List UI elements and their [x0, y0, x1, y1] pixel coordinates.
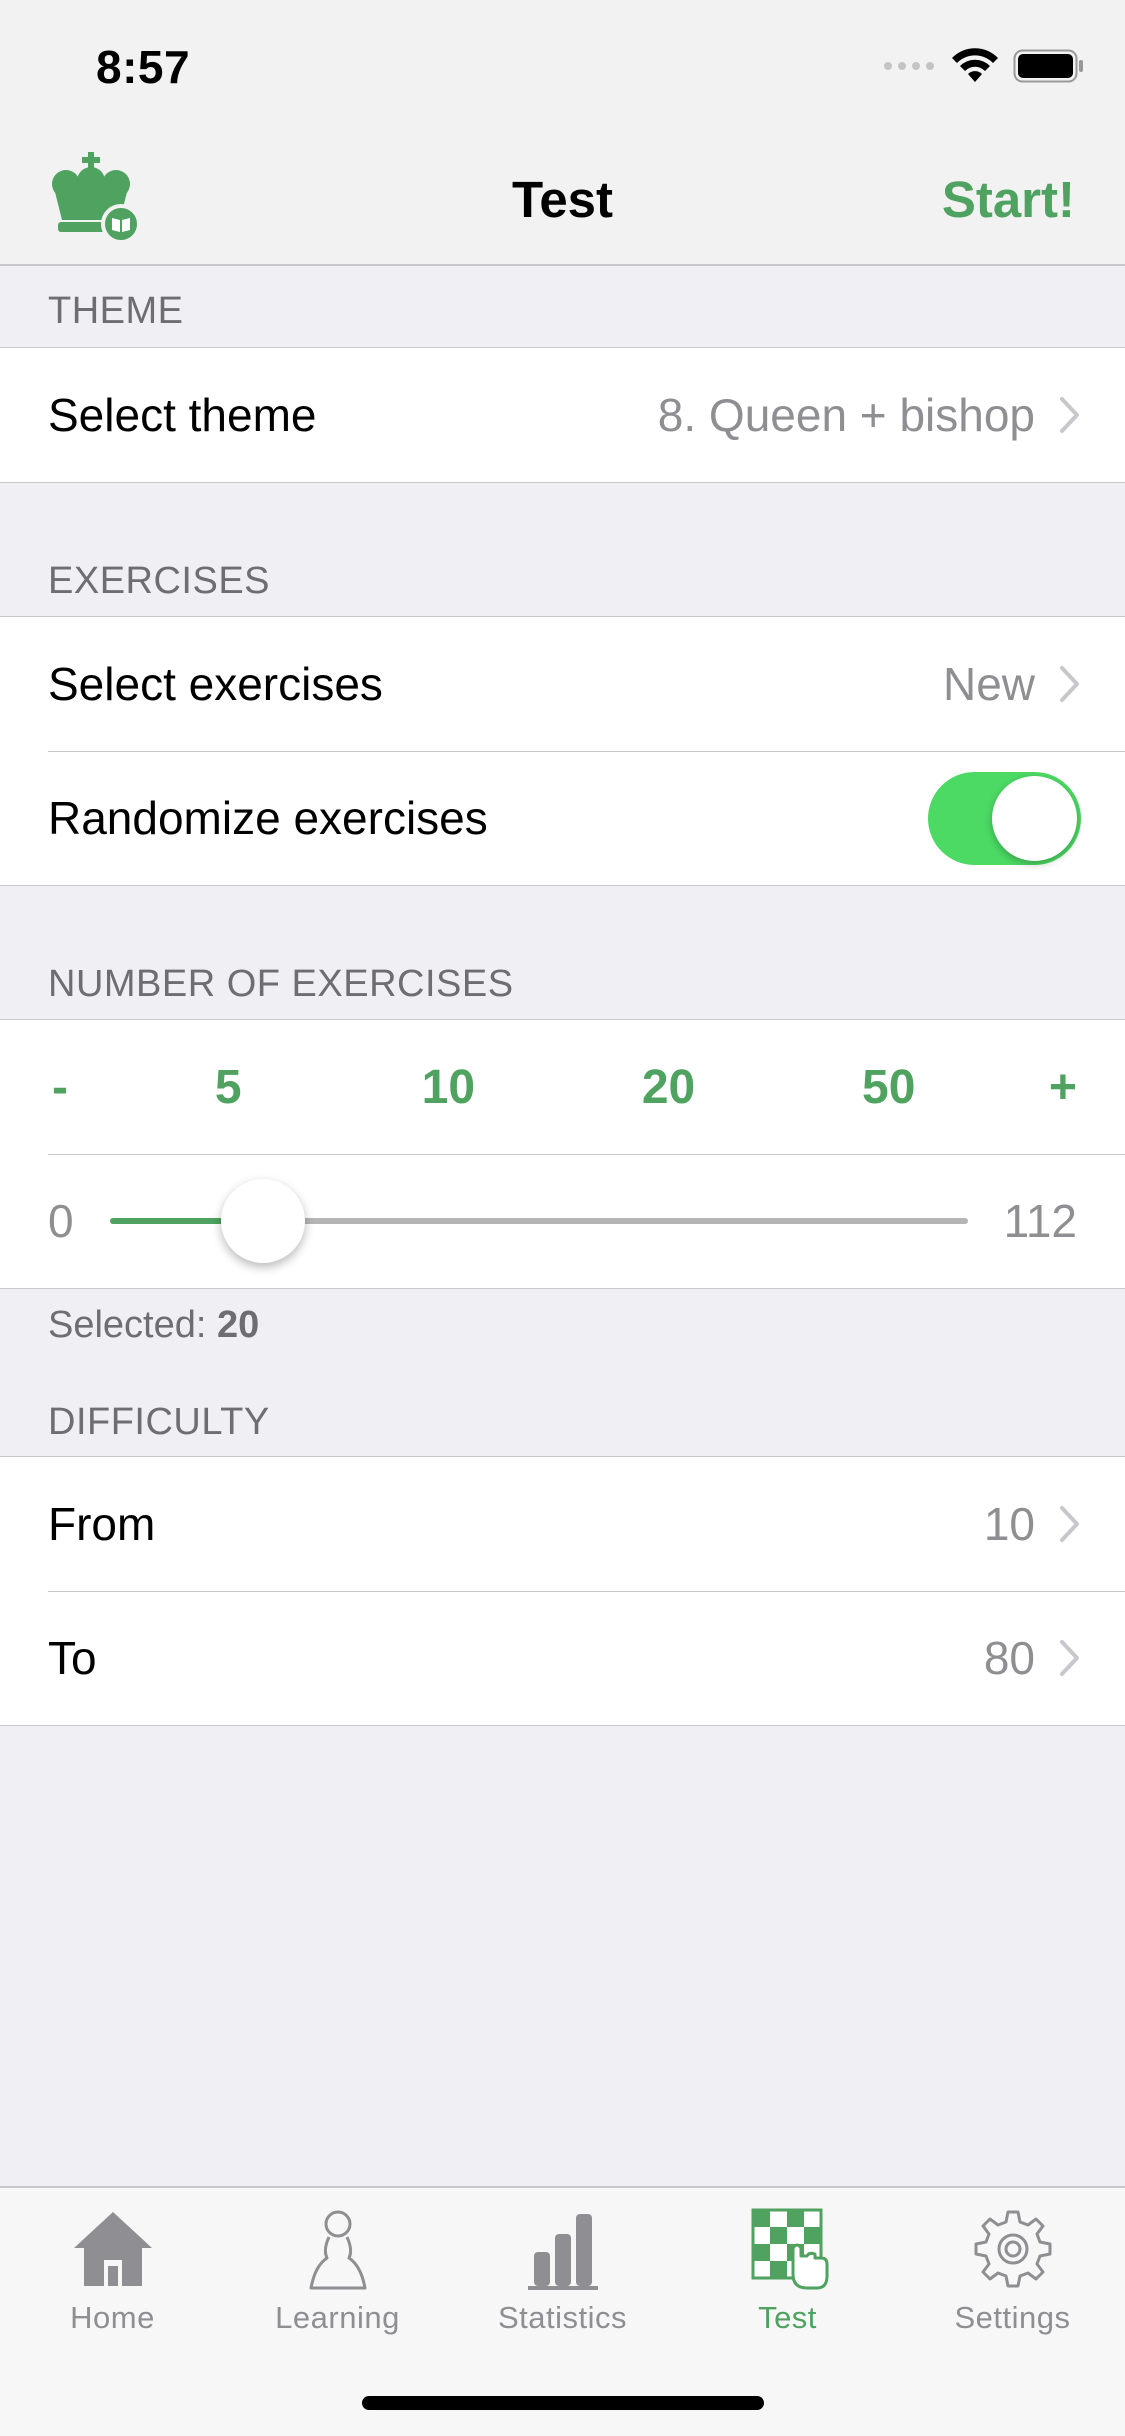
number-group: - 5 10 20 50 + 0 112: [0, 1019, 1125, 1289]
signal-icon: [884, 62, 934, 70]
slider-min-label: 0: [48, 1195, 74, 1247]
home-icon: [73, 2212, 152, 2286]
preset-10-button[interactable]: 10: [388, 1060, 508, 1115]
difficulty-to-label: To: [48, 1632, 97, 1684]
difficulty-group: From 10 To 80: [0, 1456, 1125, 1726]
difficulty-to-value: 80: [983, 1632, 1035, 1684]
randomize-toggle[interactable]: [928, 771, 1081, 865]
wifi-icon: [952, 48, 998, 82]
selected-value: 20: [217, 1304, 260, 1346]
bar-chart-icon: [527, 2214, 598, 2290]
chevron-right-icon: [1060, 397, 1079, 433]
tab-settings-label: Settings: [954, 2300, 1071, 2335]
tab-test-label: Test: [758, 2300, 817, 2335]
difficulty-from-row[interactable]: From 10: [0, 1457, 1125, 1591]
select-exercises-value: New: [942, 658, 1035, 710]
toggle-knob: [992, 775, 1077, 861]
difficulty-from-value: 10: [983, 1498, 1035, 1550]
gear-icon: [974, 2210, 1051, 2288]
selected-count-note: Selected: 20: [48, 1304, 259, 1347]
slider-thumb[interactable]: [220, 1179, 305, 1263]
theme-group: Select theme 8. Queen + bishop: [0, 347, 1125, 483]
tab-home-label: Home: [70, 2300, 155, 2335]
status-time: 8:57: [96, 41, 191, 93]
tab-test[interactable]: Test: [675, 2204, 900, 2336]
tab-learning-label: Learning: [275, 2300, 400, 2335]
randomize-exercises-label: Randomize exercises: [48, 792, 488, 844]
battery-icon: [1013, 49, 1083, 83]
tab-learning[interactable]: Learning: [225, 2204, 450, 2336]
tab-statistics-label: Statistics: [497, 2300, 628, 2335]
exercises-group: Select exercises New Randomize exercises: [0, 616, 1125, 886]
nav-bar: Test Start!: [0, 132, 1125, 266]
preset-50-button[interactable]: 50: [829, 1060, 949, 1115]
select-theme-value: 8. Queen + bishop: [657, 389, 1035, 441]
select-exercises-label: Select exercises: [48, 658, 383, 710]
select-exercises-row[interactable]: Select exercises New: [0, 617, 1125, 751]
chevron-right-icon: [1060, 1506, 1079, 1542]
slider-max-label: 112: [1003, 1195, 1077, 1247]
difficulty-from-label: From: [48, 1498, 156, 1550]
theme-section-header: THEME: [48, 290, 184, 332]
tab-statistics[interactable]: Statistics: [450, 2204, 675, 2336]
preset-row: - 5 10 20 50 +: [0, 1020, 1125, 1154]
difficulty-section-header: DIFFICULTY: [48, 1401, 270, 1443]
tab-settings[interactable]: Settings: [900, 2204, 1125, 2336]
home-indicator[interactable]: [362, 2396, 764, 2410]
selected-prefix: Selected:: [48, 1304, 217, 1346]
select-theme-row[interactable]: Select theme 8. Queen + bishop: [0, 348, 1125, 482]
exercise-count-slider-row: 0 112: [0, 1154, 1125, 1288]
difficulty-to-row[interactable]: To 80: [0, 1591, 1125, 1725]
randomize-exercises-row: Randomize exercises: [0, 751, 1125, 885]
chessboard-hand-icon: [751, 2208, 828, 2290]
chevron-right-icon: [1060, 666, 1079, 702]
status-bar: 8:57: [0, 0, 1125, 132]
pawn-icon: [309, 2210, 366, 2290]
slider-track[interactable]: [109, 1179, 968, 1263]
number-section-header: NUMBER OF EXERCISES: [48, 963, 514, 1005]
exercises-section-header: EXERCISES: [48, 560, 271, 602]
status-icons: [883, 48, 1085, 84]
start-button[interactable]: Start!: [942, 170, 1075, 229]
decrement-button[interactable]: -: [52, 1060, 68, 1115]
preset-20-button[interactable]: 20: [609, 1060, 729, 1115]
chevron-right-icon: [1060, 1640, 1079, 1676]
increment-button[interactable]: +: [1049, 1060, 1077, 1115]
select-theme-label: Select theme: [48, 389, 317, 441]
tab-home[interactable]: Home: [0, 2204, 225, 2336]
preset-5-button[interactable]: 5: [168, 1060, 288, 1115]
